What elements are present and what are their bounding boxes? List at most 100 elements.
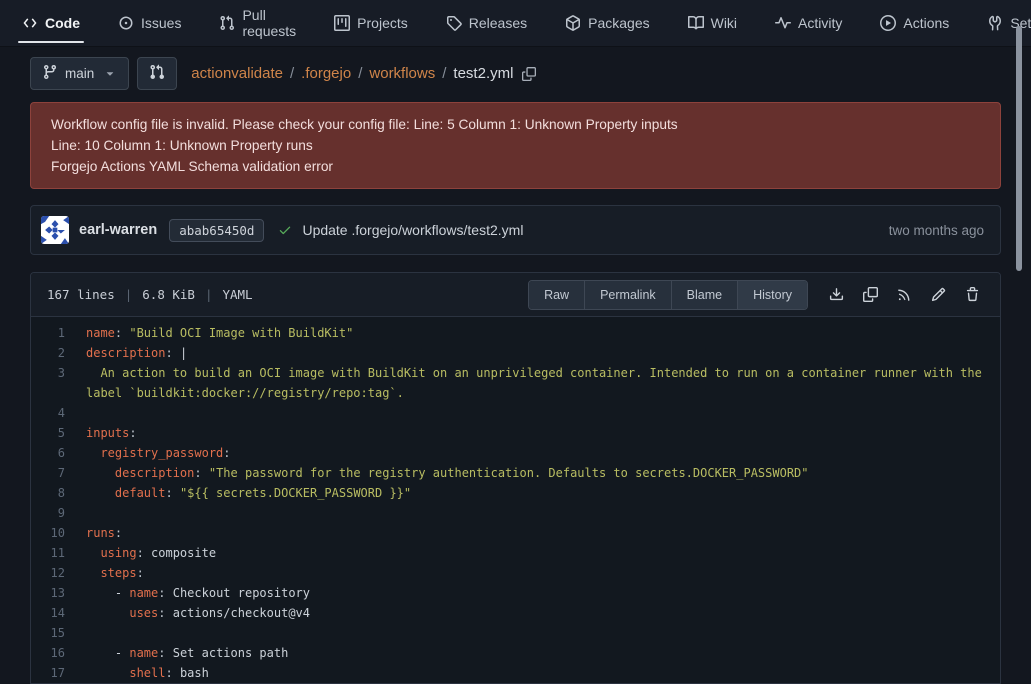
line-number[interactable]: 14 [31, 603, 86, 623]
code-token: : [158, 646, 172, 660]
copy-content-button[interactable] [863, 287, 878, 302]
file-meta-item: 6.8 KiB [142, 287, 195, 302]
branch-select-button[interactable]: main [30, 57, 129, 90]
line-number[interactable]: 8 [31, 483, 86, 503]
breadcrumb-link--forgejo[interactable]: .forgejo [301, 65, 351, 82]
line-number[interactable]: 3 [31, 363, 86, 403]
tab-wiki[interactable]: Wiki [684, 0, 741, 46]
commit-author[interactable]: earl-warren [79, 222, 157, 238]
line-number[interactable]: 5 [31, 423, 86, 443]
edit-file-button[interactable] [931, 287, 946, 302]
line-number[interactable]: 13 [31, 583, 86, 603]
code-token: default [115, 486, 166, 500]
code-line: 13 - name: Checkout repository [31, 583, 1000, 603]
play-icon [880, 15, 896, 31]
branch-icon [42, 64, 58, 80]
blame-button[interactable]: Blame [671, 281, 737, 309]
line-number[interactable]: 4 [31, 403, 86, 423]
permalink-button[interactable]: Permalink [584, 281, 671, 309]
code-line: 12 steps: [31, 563, 1000, 583]
delete-file-button[interactable] [965, 287, 980, 302]
code-token: : [158, 586, 172, 600]
code-token: composite [151, 546, 216, 560]
line-code-content: using: composite [86, 543, 1000, 563]
line-code-content: - name: Checkout repository [86, 583, 1000, 603]
code-token: bash [180, 666, 209, 680]
tab-actions[interactable]: Actions [876, 0, 953, 46]
line-number[interactable]: 12 [31, 563, 86, 583]
tab-label: Activity [798, 15, 842, 31]
line-number[interactable]: 9 [31, 503, 86, 523]
file-meta-separator: | [205, 287, 213, 302]
tab-releases[interactable]: Releases [442, 0, 531, 46]
line-number[interactable]: 11 [31, 543, 86, 563]
code-token: : [158, 606, 172, 620]
code-line: 2description: | [31, 343, 1000, 363]
branch-bar: main actionvalidate/.forgejo/workflows/t… [30, 57, 1001, 90]
code-line: 17 shell: bash [31, 663, 1000, 683]
copy-path-button[interactable] [522, 67, 536, 81]
branch-icon-slot [42, 64, 58, 83]
copy-icon [863, 287, 878, 302]
page-scrollbar[interactable] [1016, 26, 1022, 271]
tab-code[interactable]: Code [18, 0, 84, 46]
compare-button[interactable] [137, 57, 177, 90]
line-number[interactable]: 17 [31, 663, 86, 683]
code-line: 3 An action to build an OCI image with B… [31, 363, 1000, 403]
commit-status-check-slot[interactable] [278, 223, 292, 237]
code-token: registry_password [100, 446, 223, 460]
tab-label: Pull requests [242, 7, 296, 39]
tab-activity[interactable]: Activity [771, 0, 846, 46]
line-code-content [86, 403, 1000, 423]
tab-issues[interactable]: Issues [114, 0, 185, 46]
history-button[interactable]: History [737, 281, 807, 309]
code-line: 4 [31, 403, 1000, 423]
avatar[interactable] [41, 216, 69, 244]
commit-sha-badge[interactable]: abab65450d [169, 219, 264, 242]
line-code-content: inputs: [86, 423, 1000, 443]
tab-settings[interactable]: Settings [983, 0, 1031, 46]
rss-feed-button[interactable] [897, 287, 912, 302]
tab-pull-requests[interactable]: Pull requests [215, 0, 300, 46]
line-number[interactable]: 15 [31, 623, 86, 643]
code-token: - [86, 586, 129, 600]
file-view: 167 lines|6.8 KiB|YAML RawPermalinkBlame… [30, 272, 1001, 684]
line-code-content: uses: actions/checkout@v4 [86, 603, 1000, 623]
line-number[interactable]: 2 [31, 343, 86, 363]
code-token: An action to build an OCI image with Bui… [86, 366, 989, 400]
file-meta-item: YAML [222, 287, 252, 302]
code-line: 16 - name: Set actions path [31, 643, 1000, 663]
raw-button[interactable]: Raw [529, 281, 584, 309]
file-view-buttons: RawPermalinkBlameHistory [528, 280, 808, 310]
code-token: : [115, 526, 122, 540]
latest-commit: earl-warren abab65450d Update .forgejo/w… [30, 205, 1001, 255]
pull-request-icon [219, 15, 235, 31]
code-token: : [137, 566, 144, 580]
tab-projects[interactable]: Projects [330, 0, 412, 46]
code-token: runs [86, 526, 115, 540]
code-token: "${{ secrets.DOCKER_PASSWORD }}" [180, 486, 411, 500]
tab-packages[interactable]: Packages [561, 0, 653, 46]
line-number[interactable]: 7 [31, 463, 86, 483]
line-code-content: default: "${{ secrets.DOCKER_PASSWORD }}… [86, 483, 1000, 503]
copy-icon [522, 67, 536, 81]
code-token: inputs [86, 426, 129, 440]
line-number[interactable]: 16 [31, 643, 86, 663]
code-line: 14 uses: actions/checkout@v4 [31, 603, 1000, 623]
download-button[interactable] [829, 287, 844, 302]
code-token: : [129, 426, 136, 440]
workflow-error-banner: Workflow config file is invalid. Please … [30, 102, 1001, 189]
line-number[interactable]: 1 [31, 323, 86, 343]
line-number[interactable]: 10 [31, 523, 86, 543]
line-code-content: An action to build an OCI image with Bui… [86, 363, 1000, 403]
code-token: Set actions path [173, 646, 289, 660]
repo-tabs: Code Issues Pull requests Projects Releases P… [0, 0, 1031, 47]
code-icon [22, 15, 38, 31]
breadcrumb-link-actionvalidate[interactable]: actionvalidate [191, 65, 283, 82]
commit-message[interactable]: Update .forgejo/workflows/test2.yml [302, 222, 523, 238]
pulse-icon [775, 15, 791, 31]
tab-label: Issues [141, 15, 181, 31]
breadcrumb-link-workflows[interactable]: workflows [369, 65, 435, 82]
line-number[interactable]: 6 [31, 443, 86, 463]
code-token: | [180, 346, 187, 360]
